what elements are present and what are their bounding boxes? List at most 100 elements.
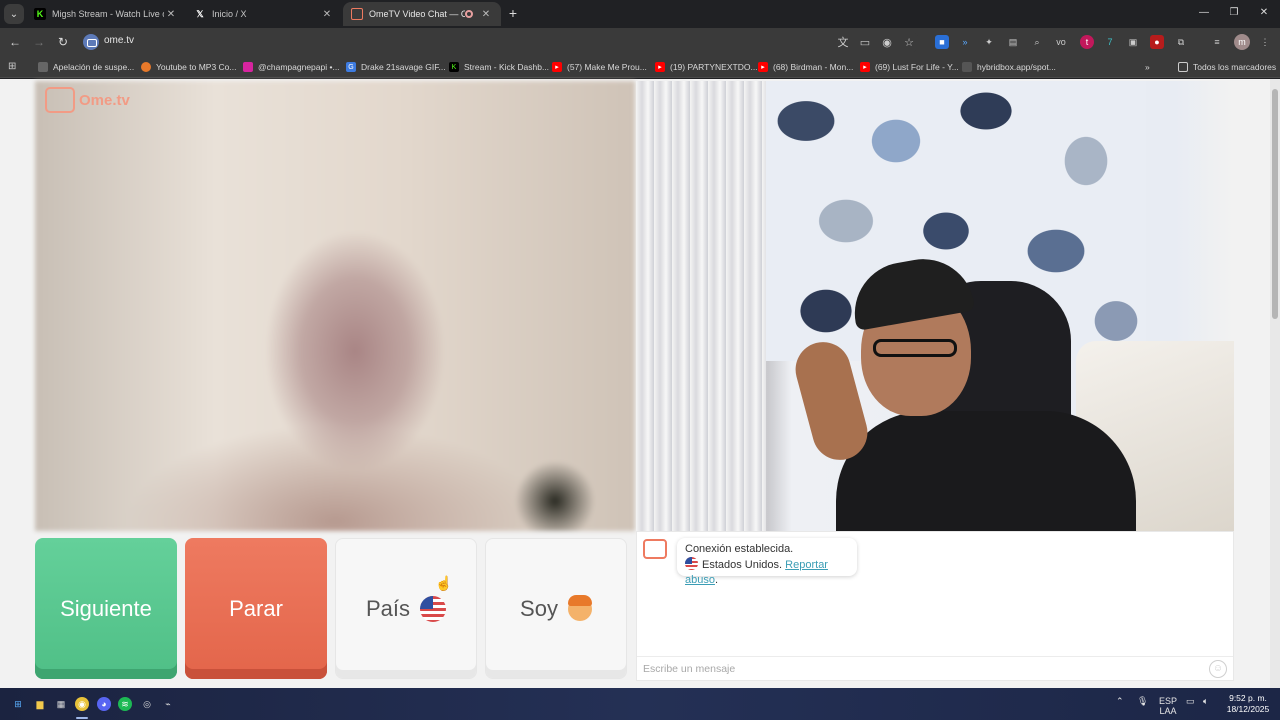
youtube-icon: ▸ — [655, 62, 665, 72]
next-button-label: Siguiente — [60, 595, 152, 621]
active-app-indicator — [76, 717, 88, 719]
gif-icon: G — [346, 62, 356, 72]
address-bar[interactable]: ome.tv 文 ▭ ◉ ☆ — [80, 31, 920, 53]
profile-avatar[interactable]: m — [1234, 34, 1250, 50]
bookmark-item[interactable]: ▸ (19) PARTYNEXTDO... — [655, 60, 758, 74]
extension-icon[interactable]: ▣ — [1126, 35, 1140, 49]
close-icon[interactable]: ✕ — [164, 9, 178, 20]
person-body — [836, 411, 1136, 531]
translate-icon[interactable]: 文 — [836, 36, 850, 50]
tab-ometv[interactable]: OmeTV Video Chat — Ome ✕ — [343, 2, 501, 26]
bookmark-label: (68) Birdman - Mon... — [773, 62, 854, 72]
restore-icon[interactable]: ❐ — [1224, 4, 1244, 22]
forward-icon[interactable]: → — [30, 33, 48, 51]
app-icon[interactable]: ⌁ — [161, 697, 175, 711]
network-icon[interactable]: ▭ — [1186, 696, 1195, 706]
bookmark-label: (69) Lust For Life - Y... — [875, 62, 959, 72]
kick-icon: K — [449, 62, 459, 72]
apps-icon[interactable]: ⊞ — [8, 61, 20, 73]
reload-icon[interactable]: ↻ — [54, 33, 72, 51]
bookmark-item[interactable]: ▸ (68) Birdman - Mon... — [758, 60, 853, 74]
bookmark-item[interactable]: @champagnepapi •... — [243, 60, 340, 74]
store-icon[interactable]: ▦ — [54, 697, 68, 711]
system-clock[interactable]: 9:52 p. m. 18/12/2025 — [1222, 693, 1274, 715]
extension-icon[interactable]: ▤ — [1006, 35, 1020, 49]
file-explorer-icon[interactable]: ▆ — [33, 697, 47, 711]
site-info-icon[interactable] — [83, 34, 99, 50]
stop-button[interactable]: Parar — [185, 538, 327, 679]
bookmark-item[interactable]: ▸ (57) Make Me Prou... — [552, 60, 647, 74]
volume-icon[interactable]: 🔈︎ — [1203, 696, 1208, 706]
scroll-thumb[interactable] — [1272, 89, 1278, 319]
folder-icon — [38, 62, 48, 72]
folder-icon — [1178, 62, 1188, 72]
tab-search-button[interactable]: ⌄ — [4, 4, 24, 24]
language-layout: LAA — [1159, 706, 1177, 716]
microphone-icon[interactable]: 🎙︎ — [1137, 696, 1148, 706]
bookmark-star-icon[interactable]: ☆ — [902, 36, 916, 50]
bookmark-label: Youtube to MP3 Co... — [156, 62, 237, 72]
bookmark-label: (57) Make Me Prou... — [567, 62, 647, 72]
ometv-tv-icon — [45, 87, 75, 113]
new-tab-button[interactable]: + — [505, 4, 521, 22]
country-button[interactable]: País — [335, 538, 477, 679]
extension-icon[interactable]: vo — [1054, 35, 1068, 49]
bookmark-item[interactable]: hybridbox.app/spot... — [962, 60, 1056, 74]
extension-icon[interactable]: ● — [1150, 35, 1164, 49]
language-indicator[interactable]: ESP LAA — [1157, 696, 1179, 716]
gender-button[interactable]: Soy — [485, 538, 627, 679]
glasses — [873, 339, 957, 357]
bookmark-item[interactable]: K Stream - Kick Dashb... — [449, 60, 549, 74]
media-icon[interactable]: ≡ — [1210, 35, 1224, 49]
bookmark-item[interactable]: ▸ (69) Lust For Life - Y... — [860, 60, 959, 74]
instagram-icon — [243, 62, 253, 72]
clock-date: 18/12/2025 — [1226, 704, 1270, 714]
tray-chevron-icon[interactable]: ⌃ — [1116, 696, 1124, 706]
url-text: ome.tv — [104, 35, 135, 46]
close-icon[interactable]: ✕ — [320, 9, 334, 20]
spotify-icon[interactable]: ≋ — [118, 697, 132, 711]
bookmark-item[interactable]: Youtube to MP3 Co... — [141, 60, 237, 74]
clock-time: 9:52 p. m. — [1229, 693, 1267, 703]
youtube-icon: ▸ — [758, 62, 768, 72]
tab-title: Inicio / X — [212, 9, 247, 19]
page-scrollbar[interactable] — [1270, 79, 1280, 688]
window-close-icon[interactable]: ✕ — [1254, 4, 1274, 22]
bookmark-label: Drake 21savage GIF... — [361, 62, 446, 72]
tab-title: OmeTV Video Chat — Ome — [369, 9, 465, 19]
ometv-logo[interactable]: Ome.tv — [45, 87, 130, 113]
tab-kick[interactable]: K Migsh Stream - Watch Live on ✕ — [26, 2, 186, 26]
extension-icon[interactable]: ⌕ — [1030, 35, 1044, 49]
menu-icon[interactable]: ⋮ — [1258, 35, 1272, 49]
minimize-icon[interactable]: — — [1194, 4, 1214, 22]
bookmark-label: Apelación de suspe... — [53, 62, 135, 72]
converter-icon — [141, 62, 151, 72]
extension-icon[interactable]: 7 — [1103, 35, 1117, 49]
puzzle-icon[interactable]: ⧉ — [1174, 35, 1188, 49]
message-input[interactable]: Escribe un mensaje ☺ — [637, 656, 1233, 680]
windows-start-icon[interactable]: ⊞ — [11, 697, 25, 711]
bookmark-item[interactable]: G Drake 21savage GIF... — [346, 60, 446, 74]
back-icon[interactable]: ← — [6, 33, 24, 51]
bookmark-item[interactable]: Apelación de suspe... — [38, 60, 134, 74]
emoji-icon[interactable]: ☺ — [1209, 660, 1227, 678]
bookmark-label: @champagnepapi •... — [258, 62, 340, 72]
discord-icon[interactable]: ◕ — [97, 697, 111, 711]
bookmark-label: (19) PARTYNEXTDO... — [670, 62, 758, 72]
obs-icon[interactable]: ◎ — [140, 697, 154, 711]
kick-icon: K — [34, 8, 46, 20]
more-bookmarks-icon[interactable]: » — [1145, 60, 1150, 74]
tab-x[interactable]: 𝕏 Inicio / X ✕ — [186, 2, 342, 26]
next-button[interactable]: Siguiente — [35, 538, 177, 679]
all-bookmarks[interactable]: Todos los marcadores — [1178, 60, 1276, 74]
chrome-icon[interactable]: ◉ — [75, 697, 89, 711]
all-bookmarks-label: Todos los marcadores — [1193, 62, 1277, 72]
extension-icon[interactable]: t — [1080, 35, 1094, 49]
close-icon[interactable]: ✕ — [479, 9, 493, 20]
extension-icon[interactable]: ■ — [935, 35, 949, 49]
cast-icon[interactable]: ▭ — [858, 36, 872, 50]
eye-icon[interactable]: ◉ — [880, 36, 894, 50]
extension-icon[interactable]: » — [958, 35, 972, 49]
extension-icon[interactable]: ✦ — [982, 35, 996, 49]
mouse-cursor-icon: ☝ — [435, 575, 453, 591]
